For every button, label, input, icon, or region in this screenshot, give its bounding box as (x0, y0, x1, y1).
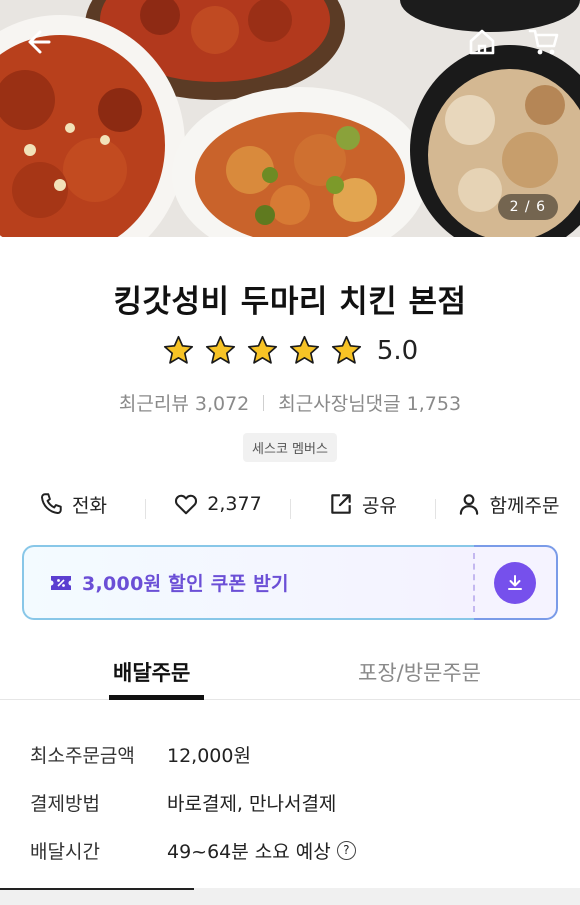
scroll-indicator (0, 888, 194, 890)
cart-icon (528, 29, 559, 55)
rating-stars (162, 334, 363, 367)
group-order-button[interactable]: 함께주문 (435, 491, 580, 519)
info-row-min-order: 최소주문금액 12,000원 (30, 730, 560, 778)
star-icon (163, 335, 193, 364)
min-order-label: 최소주문금액 (30, 744, 135, 767)
payment-value: 바로결제, 만나서결제 (167, 792, 337, 815)
call-label: 전화 (72, 494, 107, 517)
recent-owner-replies[interactable]: 최근사장님댓글 1,753 (278, 389, 461, 416)
heart-icon (175, 494, 198, 515)
coupon-label: 3,000원 할인 쿠폰 받기 (82, 573, 289, 595)
rating-score: 5.0 (376, 335, 419, 366)
star-icon (331, 335, 361, 364)
coupon-download-button[interactable] (474, 545, 558, 620)
arrow-left-icon (28, 30, 51, 54)
download-icon (508, 574, 522, 590)
tab-delivery-label: 배달주문 (113, 661, 191, 685)
home-button[interactable] (464, 24, 500, 60)
star-icon (205, 335, 235, 364)
star-icon (289, 335, 319, 364)
like-count: 2,377 (207, 493, 262, 515)
back-button[interactable] (20, 24, 56, 60)
recent-reviews[interactable]: 최근리뷰 3,072 (119, 389, 249, 416)
star-icon (247, 335, 277, 364)
rating-row: 5.0 (0, 334, 580, 367)
coupon-banner[interactable]: 3,000원 할인 쿠폰 받기 (22, 545, 558, 620)
payment-label: 결제방법 (30, 792, 100, 815)
delivery-time-value: 49~64분 소요 예상 (167, 840, 331, 863)
info-row-delivery-time: 배달시간 49~64분 소요 예상 ? (30, 826, 560, 874)
store-photo-carousel[interactable]: 2 / 6 (0, 0, 580, 237)
action-bar: 전화 2,377 공유 함께주문 (0, 483, 580, 525)
phone-icon (41, 493, 62, 514)
tab-delivery[interactable]: 배달주문 (0, 645, 290, 700)
share-icon (331, 494, 351, 514)
order-type-tabs: 배달주문 포장/방문주문 (0, 645, 580, 700)
call-button[interactable]: 전화 (0, 491, 145, 518)
info-row-payment: 결제방법 바로결제, 만나서결제 (30, 778, 560, 826)
store-name: 킹갓성비 두마리 치킨 본점 (113, 284, 467, 320)
home-icon (469, 29, 495, 55)
delivery-info: 최소주문금액 12,000원 결제방법 바로결제, 만나서결제 배달시간 49~… (30, 730, 560, 874)
share-button[interactable]: 공유 (290, 491, 435, 519)
help-icon[interactable]: ? (336, 840, 356, 860)
delivery-time-label: 배달시간 (30, 840, 100, 863)
divider (263, 394, 265, 411)
section-divider (0, 888, 580, 905)
cesco-badge: 세스코 멤버스 (243, 433, 337, 462)
like-button[interactable]: 2,377 (145, 491, 290, 519)
coupon-icon (51, 575, 71, 590)
delivery-time-value-wrap: 49~64분 소요 예상 ? (167, 837, 356, 864)
active-tab-indicator (109, 695, 204, 700)
review-stats[interactable]: 최근리뷰 3,072 최근사장님댓글 1,753 (0, 389, 580, 416)
tab-pickup[interactable]: 포장/방문주문 (290, 645, 580, 699)
cart-button[interactable] (526, 24, 562, 60)
person-icon (459, 494, 478, 515)
image-counter: 2 / 6 (497, 194, 558, 220)
min-order-value: 12,000원 (167, 744, 251, 767)
download-circle (494, 561, 536, 604)
share-label: 공유 (362, 494, 397, 517)
coupon-main[interactable]: 3,000원 할인 쿠폰 받기 (22, 545, 475, 620)
group-order-label: 함께주문 (489, 494, 560, 517)
tab-pickup-label: 포장/방문주문 (358, 661, 481, 685)
